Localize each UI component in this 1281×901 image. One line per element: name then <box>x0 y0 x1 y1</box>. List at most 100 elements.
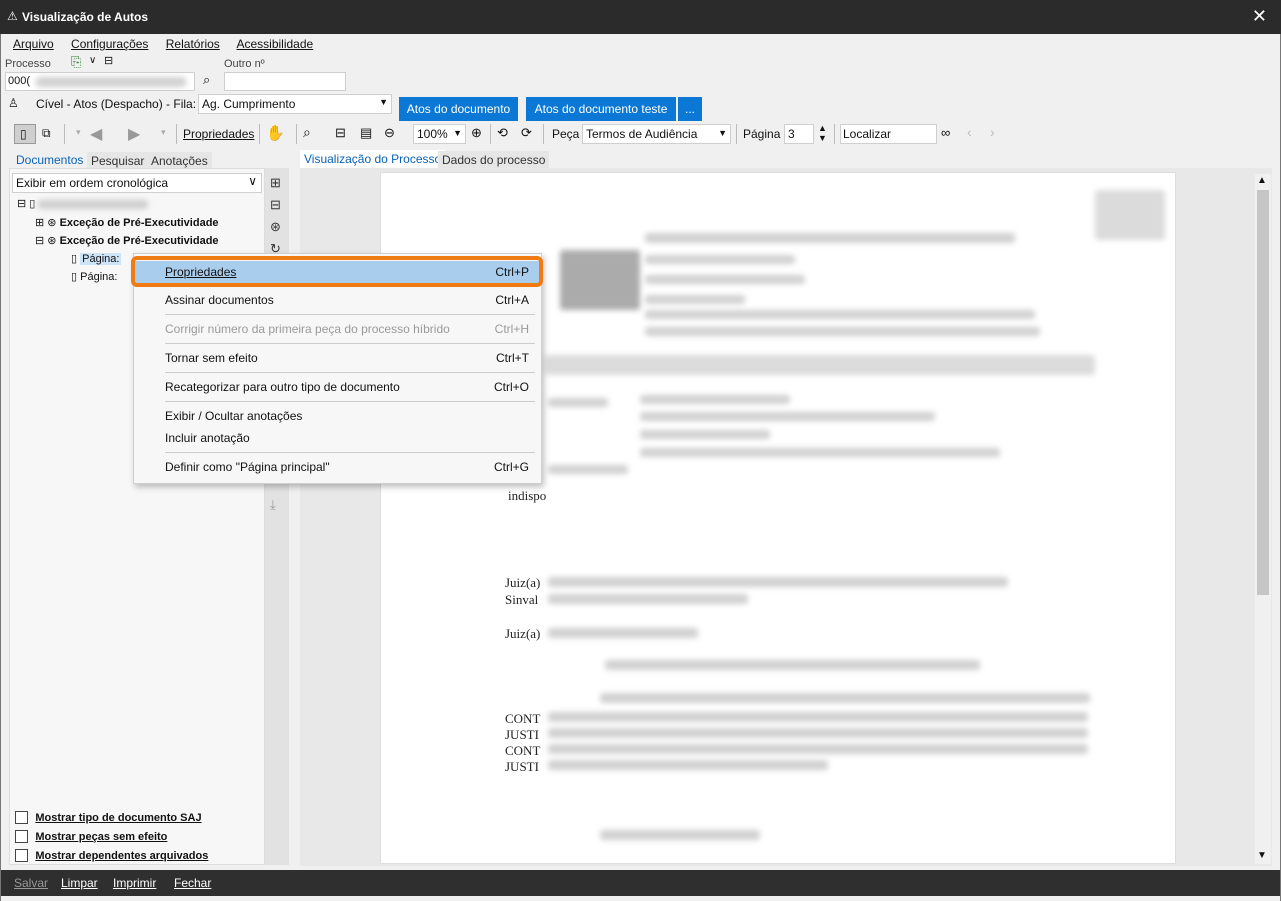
page-text: JUSTI <box>505 759 539 774</box>
new-doc-icon[interactable]: ⎘ <box>71 54 81 70</box>
certificate-icon: ⊛ <box>47 235 57 247</box>
checkbox-box[interactable] <box>15 811 28 825</box>
prev-icon[interactable]: ◀ <box>90 124 102 144</box>
close-icon[interactable]: ✕ <box>1252 6 1267 27</box>
atos-documento-button[interactable]: Atos do documento <box>399 97 518 121</box>
tab-visualizacao[interactable]: Visualização do Processo <box>300 150 446 170</box>
redacted-line <box>548 577 1008 587</box>
zoom-icon[interactable]: ⌕ <box>303 124 311 141</box>
peca-label: Peça <box>552 127 580 141</box>
menu-item-incluir-anotacao[interactable]: Incluir anotação <box>134 427 541 449</box>
tree-item[interactable]: ⊞ ⊛ Exceção de Pré-Executividade <box>35 216 219 229</box>
find-next-icon[interactable]: › <box>990 124 995 140</box>
separator <box>543 124 544 144</box>
page-text: CONT <box>505 743 541 758</box>
redacted-line <box>645 255 795 264</box>
menu-item-tornar-sem-efeito[interactable]: Tornar sem efeito Ctrl+T <box>134 347 541 369</box>
pagina-input[interactable]: 3 <box>784 124 814 144</box>
menu-item-pagina-principal[interactable]: Definir como "Página principal" Ctrl+G <box>134 456 541 478</box>
fila-icon: ♙ <box>8 96 19 110</box>
pagina-stepper[interactable]: ▲ ▼ <box>818 123 827 143</box>
scroll-down-icon[interactable]: ▼ <box>1257 850 1267 861</box>
redacted-line <box>645 233 1015 243</box>
binoculars-icon[interactable]: ∞ <box>941 125 950 140</box>
menu-item-shortcut: Ctrl+H <box>494 322 529 336</box>
zoom-select[interactable]: 100% ▼ <box>413 124 466 144</box>
tree-icon[interactable]: ⊞ <box>270 175 281 191</box>
note-icon[interactable]: ⊟ <box>104 54 113 67</box>
highlight-outline <box>131 256 543 287</box>
tree-item[interactable]: ⊟ ⊛ Exceção de Pré-Executividade <box>35 234 219 247</box>
redacted-line <box>640 448 1000 457</box>
imprimir-button[interactable]: Imprimir <box>113 876 156 890</box>
document-seal <box>1095 190 1165 240</box>
scrollbar-thumb[interactable] <box>1257 190 1269 595</box>
redacted-line <box>548 728 1088 738</box>
menu-item-label: Assinar documentos <box>165 293 274 307</box>
order-select[interactable]: Exibir em ordem cronológica ∨ <box>12 173 262 193</box>
propriedades-toolbar-button[interactable]: Propriedades <box>183 127 254 141</box>
salvar-button[interactable]: Salvar <box>14 876 48 890</box>
pages-icon[interactable]: ⧉ <box>42 126 51 141</box>
fechar-button[interactable]: Fechar <box>174 876 211 890</box>
page-text: Juiz(a) <box>505 575 541 590</box>
scroll-up-icon[interactable]: ▲ <box>1257 175 1267 186</box>
fit-page-icon[interactable]: ▤ <box>360 125 372 141</box>
checkbox-sem-efeito[interactable]: Mostrar peças sem efeito <box>15 829 167 844</box>
tree-page-item[interactable]: ▯ Página: <box>71 252 122 265</box>
expand-icon[interactable]: ⊞ <box>35 217 44 229</box>
checkbox-tipo-saj[interactable]: Mostrar tipo de documento SAJ <box>15 810 202 825</box>
collapse-icon[interactable]: ⊟ <box>35 235 44 247</box>
redacted-line <box>548 594 748 604</box>
localizar-input[interactable]: Localizar <box>840 124 937 144</box>
menu-relatorios[interactable]: Relatórios <box>166 37 220 51</box>
menu-configuracoes[interactable]: Configurações <box>71 37 148 51</box>
checkbox-box[interactable] <box>15 849 28 863</box>
processo-input[interactable]: 000( <box>5 72 195 91</box>
checkbox-box[interactable] <box>15 830 28 844</box>
checkbox-dependentes[interactable]: Mostrar dependentes arquivados <box>15 848 208 863</box>
zoom-out-icon[interactable]: ⊖ <box>384 125 395 141</box>
tree-page-item[interactable]: ▯ Página: <box>71 270 117 283</box>
rotate-left-icon[interactable]: ⟲ <box>497 125 508 141</box>
outro-input[interactable] <box>224 72 346 91</box>
list-icon[interactable]: ⊟ <box>270 197 281 213</box>
tab-dados[interactable]: Dados do processo <box>438 151 550 169</box>
certificate-icon: ⊛ <box>47 217 57 229</box>
chevron-down-icon: ∨ <box>248 174 257 188</box>
menu-acessibilidade[interactable]: Acessibilidade <box>236 37 313 51</box>
menu-item-exibir-anotacoes[interactable]: Exibir / Ocultar anotações <box>134 405 541 427</box>
certificate-icon[interactable]: ⊛ <box>270 219 281 235</box>
fit-width-icon[interactable]: ⊟ <box>335 125 346 141</box>
page-text: indispo <box>508 488 547 503</box>
limpar-button[interactable]: Limpar <box>61 876 98 890</box>
redacted-line <box>645 275 805 284</box>
redacted-line <box>640 412 935 421</box>
download-icon[interactable]: ⤓ <box>270 497 276 513</box>
menu-item-label: Recategorizar para outro tipo de documen… <box>165 380 400 394</box>
next-icon[interactable]: ▶ <box>128 124 140 144</box>
redacted-line <box>548 628 698 638</box>
redacted-line <box>605 660 980 670</box>
hand-icon[interactable]: ✋ <box>266 124 285 142</box>
menu-arquivo[interactable]: Arquivo <box>13 37 54 51</box>
peca-select[interactable]: Termos de Audiência ▼ <box>582 124 731 144</box>
peca-value: Termos de Audiência <box>586 127 698 141</box>
menu-item-label: Definir como "Página principal" <box>165 460 330 474</box>
doc-view-toggle[interactable]: ▯ <box>14 124 36 144</box>
zoom-in-icon[interactable]: ⊕ <box>471 125 482 141</box>
chevron-down-icon[interactable]: ∨ <box>89 55 96 66</box>
tree-root[interactable]: ⊟ ▯ <box>17 197 149 210</box>
search-icon[interactable]: ⌕ <box>203 72 210 88</box>
checkbox-label: Mostrar tipo de documento SAJ <box>35 812 202 824</box>
menu-item-assinar[interactable]: Assinar documentos Ctrl+A <box>134 289 541 311</box>
more-button[interactable]: ... <box>678 97 702 121</box>
menu-item-recategorizar[interactable]: Recategorizar para outro tipo de documen… <box>134 376 541 398</box>
dropdown-arrow-icon: ▼ <box>379 97 388 107</box>
rotate-right-icon[interactable]: ⟳ <box>521 125 532 141</box>
find-prev-icon[interactable]: ‹ <box>967 124 972 140</box>
redacted-header <box>545 355 1095 375</box>
menu-item-corrigir[interactable]: Corrigir número da primeira peça do proc… <box>134 318 541 340</box>
atos-documento-teste-button[interactable]: Atos do documento teste <box>526 97 676 121</box>
fila-select[interactable]: Ag. Cumprimento ▼ <box>198 94 392 114</box>
